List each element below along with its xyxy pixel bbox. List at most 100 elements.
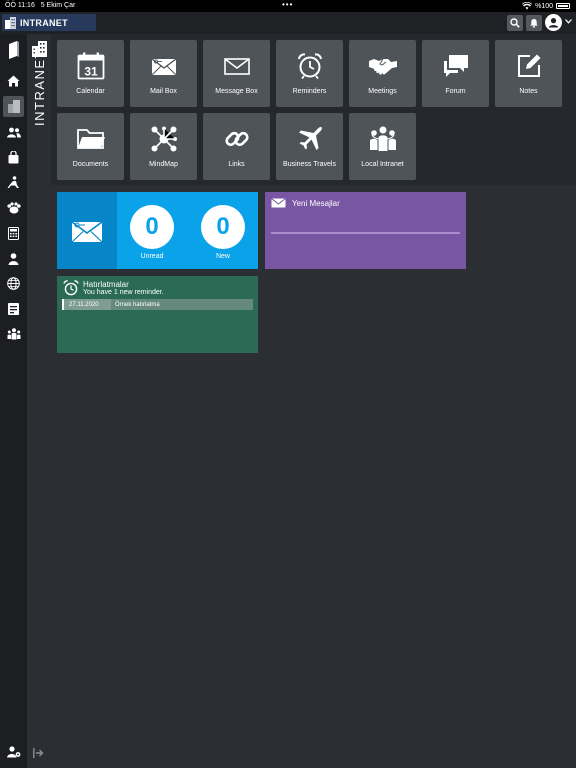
rail-item-shopping[interactable]: [3, 147, 24, 168]
status-bar: ÖÖ 11:16 5 Ekim Çar ••• %100: [0, 0, 576, 12]
people-icon: [369, 126, 396, 151]
rail-item-home[interactable]: [3, 70, 24, 91]
new-messages-widget[interactable]: Yeni Mesajlar: [265, 192, 466, 269]
app-tile-label: Links: [228, 161, 245, 168]
divider: [271, 232, 460, 234]
left-icon-rail: [0, 34, 27, 768]
app-tile-meetings[interactable]: Meetings: [349, 40, 416, 107]
status-time-date: ÖÖ 11:16 5 Ekim Çar: [5, 2, 75, 9]
collapse-sidebar-icon[interactable]: [33, 748, 45, 758]
rail-item-users[interactable]: [3, 122, 24, 143]
app-tile-label: MindMap: [149, 161, 178, 168]
mail-widget-icon-panel: [57, 192, 117, 269]
status-time: ÖÖ 11:16: [5, 2, 35, 9]
reminder-text: Örnek hatırlatma: [115, 301, 160, 308]
unread-count: 0: [130, 205, 174, 249]
calendar-icon: 31: [77, 52, 104, 80]
globe-icon: [7, 277, 20, 290]
mailbox-icon: [71, 220, 103, 242]
reminder-row[interactable]: 27.11.2020 Örnek hatırlatma: [62, 299, 253, 310]
rail-item-web[interactable]: [3, 273, 24, 294]
alarm-clock-icon: [63, 280, 79, 296]
building-icon: [7, 100, 20, 113]
mail-widget[interactable]: 0 Unread 0 New: [57, 192, 258, 269]
chevron-down-icon[interactable]: [565, 19, 572, 24]
app-title: INTRANET: [20, 17, 68, 28]
bell-icon: [530, 19, 538, 28]
team-icon: [7, 327, 20, 339]
form-icon: [8, 302, 19, 315]
new-messages-header: Yeni Mesajlar: [271, 198, 340, 208]
rail-item-dental[interactable]: [3, 172, 24, 193]
app-tile-local-intranet[interactable]: Local Intranet: [349, 113, 416, 180]
pet-icon: [6, 201, 21, 213]
app-tile-label: Documents: [72, 161, 109, 168]
shopping-bag-icon: [8, 151, 19, 164]
person-icon: [8, 252, 19, 265]
top-app-bar: INTRANET: [0, 12, 576, 34]
dental-chair-icon: [7, 176, 19, 188]
app-tile-label: Business Travels: [283, 161, 336, 168]
app-tile-label: Meetings: [368, 88, 397, 95]
app-tile-calendar[interactable]: 31 Calendar: [57, 40, 124, 107]
users-icon: [6, 127, 21, 138]
app-tile-documents[interactable]: Documents: [57, 113, 124, 180]
reminders-widget[interactable]: Hatırlatmalar You have 1 new reminder. 2…: [57, 276, 258, 353]
app-tile-notes[interactable]: Notes: [495, 40, 562, 107]
handshake-icon: [368, 58, 397, 75]
search-button[interactable]: [507, 15, 523, 31]
app-tile-links[interactable]: Links: [203, 113, 270, 180]
mindmap-icon: [151, 126, 177, 152]
app-tile-label: Reminders: [292, 88, 327, 95]
status-right: %100: [522, 2, 570, 10]
status-date: 5 Ekim Çar: [40, 2, 76, 9]
app-tile-label: Calendar: [76, 88, 105, 95]
brand[interactable]: INTRANET: [2, 14, 96, 31]
app-tile-label: Mail Box: [150, 88, 177, 95]
reminders-header: Hatırlatmalar You have 1 new reminder.: [63, 280, 164, 296]
rail-item-forms[interactable]: [3, 298, 24, 319]
new-messages-title: Yeni Mesajlar: [292, 198, 340, 208]
rail-item-logo[interactable]: [3, 39, 24, 60]
rail-item-user-settings[interactable]: [3, 741, 24, 762]
home-icon: [7, 75, 20, 86]
rail-item-intranet[interactable]: [3, 96, 24, 117]
section-column: [27, 34, 51, 768]
wifi-icon: [522, 2, 533, 10]
rail-item-profile[interactable]: [3, 248, 24, 269]
app-tile-label: Forum: [445, 88, 466, 95]
app-tile-business-travels[interactable]: Business Travels: [276, 113, 343, 180]
unread-label: Unread: [140, 253, 164, 260]
reminder-date: 27.11.2020: [62, 299, 111, 310]
app-tile-forum[interactable]: Forum: [422, 40, 489, 107]
rail-item-calculator[interactable]: [3, 223, 24, 244]
user-icon: [548, 18, 559, 28]
envelope-icon: [271, 198, 286, 208]
app-tile-reminders[interactable]: Reminders: [276, 40, 343, 107]
calendar-day: 31: [84, 65, 98, 79]
multitask-dots[interactable]: •••: [282, 0, 293, 9]
reminders-subtitle: You have 1 new reminder.: [83, 289, 164, 296]
new-count: 0: [201, 205, 245, 249]
reminders-title: Hatırlatmalar: [83, 280, 129, 289]
book-logo-icon: [8, 40, 19, 59]
section-title: INTRANET: [32, 49, 47, 126]
user-avatar[interactable]: [545, 14, 562, 31]
airplane-icon: [298, 126, 322, 150]
app-tile-message-box[interactable]: Message Box: [203, 40, 270, 107]
app-tile-label: Local Intranet: [361, 161, 404, 168]
rail-item-team[interactable]: [3, 323, 24, 344]
notifications-button[interactable]: [526, 15, 542, 31]
app-tile-mindmap[interactable]: MindMap: [130, 113, 197, 180]
rail-item-pets[interactable]: [3, 197, 24, 218]
folder-icon: [76, 129, 105, 149]
battery-icon: [556, 3, 570, 9]
link-icon: [224, 131, 249, 147]
message-box-icon: [223, 58, 250, 75]
app-tile-mail-box[interactable]: Mail Box: [130, 40, 197, 107]
user-settings-icon: [6, 745, 20, 757]
search-icon: [510, 18, 520, 28]
battery-percent: %100: [535, 2, 553, 10]
forum-icon: [443, 55, 468, 77]
building-logo-icon: [5, 16, 16, 29]
